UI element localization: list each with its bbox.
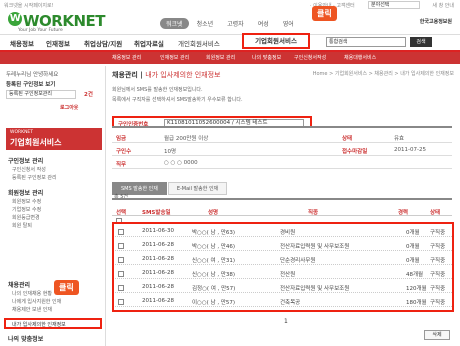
tab-women[interactable]: 여성 bbox=[252, 18, 275, 29]
sidebar-item-grade-change[interactable]: 회원등급변경 bbox=[12, 214, 40, 221]
nav-counseling[interactable]: 취업상담/지원 bbox=[84, 38, 122, 48]
search-input[interactable]: 통합검색 bbox=[326, 37, 406, 47]
pagination[interactable]: 1 bbox=[284, 318, 288, 325]
tab-email-sent[interactable]: E-Mail 발송한 인재 bbox=[167, 182, 228, 195]
page-title: 채용관리 | 내가 입사제의한 인재정보 bbox=[112, 71, 221, 79]
job-manage-select[interactable]: 등록된 구인정보관리 bbox=[6, 90, 76, 99]
sidebar-item-job-list[interactable]: 등록된 구인정보 관리 bbox=[12, 174, 57, 181]
sidebar-title-small: WORKNET bbox=[10, 130, 34, 135]
col-job: 직종 bbox=[308, 210, 319, 216]
nav-job-info[interactable]: 채용정보 bbox=[10, 38, 34, 48]
job-info-table: 임금 월급 200만원 이상 상태 유효 구인수 10명 접수마감일 2011-… bbox=[112, 126, 452, 170]
subnav-member-manage[interactable]: 회원정보 관리 bbox=[206, 54, 235, 61]
tagline: Your Job Your Future bbox=[18, 28, 63, 33]
info-row-wage: 임금 월급 200만원 이상 상태 유효 bbox=[112, 132, 452, 143]
tab-senior[interactable]: 고령자 bbox=[221, 18, 250, 29]
notice-2: 목록에서 구직자를 선택하셔서 SMS발송하기 우수보류 합니다. bbox=[112, 97, 243, 103]
sidebar-item-recruit-status[interactable]: 나의 인재채용 현황 bbox=[12, 290, 52, 297]
top-utility-bar: 워크넷을 시작페이지로! · 이용안내 · 고객센터 분야선택 새 창 안내 bbox=[0, 0, 460, 10]
sidebar-item-job-write[interactable]: 구인신청서 작성 bbox=[12, 166, 46, 173]
job-count: 2건 bbox=[84, 92, 93, 98]
nav-personal-service[interactable]: 개인회원서비스 bbox=[178, 38, 220, 48]
col-select: 선택 bbox=[116, 210, 127, 216]
sidebar-item-member-edit[interactable]: 회원정보 수정 bbox=[12, 198, 41, 205]
tab-english[interactable]: 영어 bbox=[277, 18, 300, 29]
sidebar-item-my-offers[interactable]: 내가 입사제의한 인재정보 bbox=[4, 318, 102, 329]
logo-mark-icon: W bbox=[8, 12, 22, 26]
info-row-duty: 직무 ○ ○ ○ 0000 bbox=[112, 158, 452, 169]
notice-1: 회원님께서 SMS를 발송한 인재정보입니다. bbox=[112, 87, 203, 93]
new-window-link[interactable]: 새 창 안내 bbox=[432, 2, 454, 9]
logout-link[interactable]: 로그아웃 bbox=[60, 104, 78, 111]
nav-corporate-service[interactable]: 기업회원서비스 bbox=[242, 33, 310, 49]
send-tabs: SMS 발송한 인재 E-Mail 발송한 인재 bbox=[112, 182, 228, 195]
sidebar-item-offered-talent[interactable]: 채용제안 보낸 인재 bbox=[12, 306, 52, 313]
start-page-link[interactable]: 워크넷을 시작페이지로! bbox=[4, 2, 54, 9]
subnav-job-request[interactable]: 구인신청서작성 bbox=[294, 54, 326, 61]
login-status: 두레누리님 안녕하세요 bbox=[6, 72, 59, 78]
info-row-count: 구인수 10명 접수마감일 2011-07-25 bbox=[112, 145, 452, 156]
sidebar-section-recruit[interactable]: 채용관리 bbox=[8, 280, 30, 289]
tab-worknet[interactable]: 워크넷 bbox=[160, 18, 189, 29]
tab-youth[interactable]: 청소년 bbox=[191, 18, 220, 29]
sidebar-title: 기업회원서비스 bbox=[10, 138, 62, 147]
login-title: 등록된 구인정보 보기 bbox=[6, 82, 56, 88]
sidebar-item-withdraw[interactable]: 회원 탈퇴 bbox=[12, 222, 32, 229]
col-name: 성명 bbox=[208, 210, 219, 216]
subnav-job-manage[interactable]: 채용정보 관리 bbox=[112, 54, 141, 61]
nav-resources[interactable]: 취업자료실 bbox=[134, 38, 164, 48]
nav-talent-info[interactable]: 인재정보 bbox=[46, 38, 70, 48]
subnav-talent-manage[interactable]: 인재정보 관리 bbox=[160, 54, 189, 61]
top-tabs: 워크넷 청소년 고령자 여성 영어 bbox=[160, 18, 300, 29]
search-button[interactable]: 검색 bbox=[410, 37, 432, 47]
result-rows-highlight bbox=[112, 222, 454, 312]
sidebar-title-box: WORKNET 기업회원서비스 bbox=[6, 128, 102, 150]
col-career: 경력 bbox=[398, 210, 409, 216]
col-status: 상태 bbox=[430, 210, 441, 216]
subnav-recruit-agency[interactable]: 채용대행서비스 bbox=[344, 54, 376, 61]
list-header: 선택 SMS발송일 성명 직종 경력 상태 bbox=[112, 198, 452, 216]
breadcrumb: Home > 기업회원서비스 > 채용관리 > 내가 입사제의한 인재정보 bbox=[312, 71, 454, 77]
click-callout-top: 클릭 bbox=[312, 6, 337, 21]
sidebar-section-member[interactable]: 회원정보 관리 bbox=[8, 188, 43, 197]
sidebar-section-custom[interactable]: 나의 맞춤정보 bbox=[8, 334, 43, 343]
ministry-logo: 한국고용정보원 bbox=[419, 19, 452, 25]
delete-button[interactable]: 삭제 bbox=[424, 330, 450, 340]
col-sms-date: SMS발송일 bbox=[142, 210, 171, 216]
field-select[interactable]: 분야선택 bbox=[368, 1, 420, 9]
subnav-custom-info[interactable]: 나의 맞춤정보 bbox=[252, 54, 281, 61]
sidebar-item-applied-talent[interactable]: 나에게 입사지원한 인재 bbox=[12, 298, 61, 305]
click-callout-side: 클릭 bbox=[54, 280, 79, 295]
sidebar-item-company-edit[interactable]: 기업정보 수정 bbox=[12, 206, 41, 213]
sidebar-section-job[interactable]: 구인정보 관리 bbox=[8, 156, 43, 165]
